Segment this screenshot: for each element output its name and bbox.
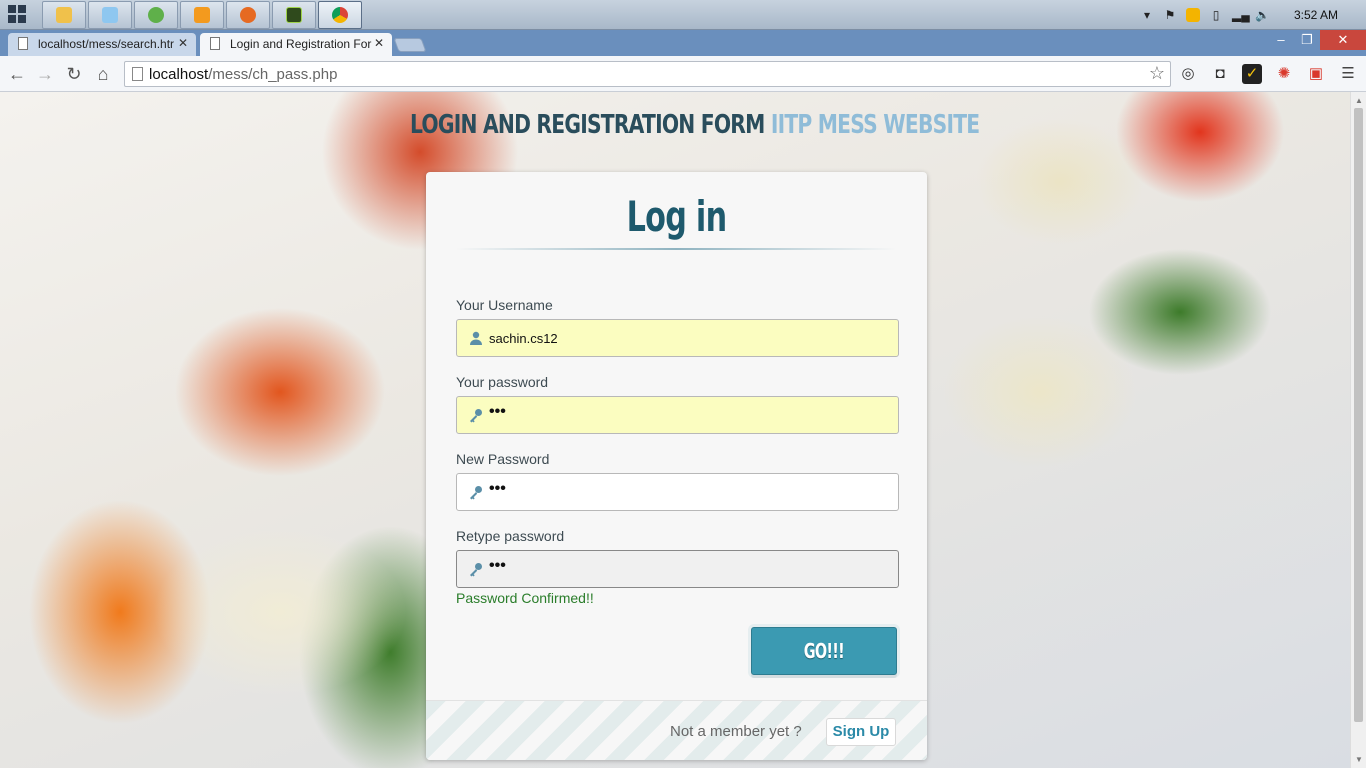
tab-login-registration[interactable]: Login and Registration For ✕ [200, 33, 392, 56]
action-center-flag-icon[interactable]: ⚑ [1163, 8, 1177, 22]
taskbar-chrome[interactable] [318, 1, 362, 29]
page-viewport: LOGIN AND REGISTRATION FORM IITP MESS WE… [0, 92, 1350, 768]
new-password-input[interactable]: ••• [456, 473, 899, 511]
reload-icon[interactable]: ↻ [63, 63, 85, 85]
taskbar-libraries[interactable] [88, 1, 132, 29]
tab-label: Login and Registration For [230, 37, 372, 51]
minimize-icon[interactable]: – [1268, 30, 1294, 50]
restore-icon[interactable]: ❐ [1294, 30, 1320, 50]
new-password-value: ••• [489, 480, 506, 497]
page-icon [132, 67, 143, 81]
media-player-icon [194, 7, 210, 23]
not-member-text: Not a member yet ? [670, 723, 802, 740]
retype-password-input[interactable]: ••• [456, 550, 899, 588]
taskbar: ▾ ⚑ ▯ ▂▄ 🔈 3:52 AM [0, 0, 1366, 30]
tv-icon[interactable]: ▣ [1306, 64, 1326, 84]
firefox-icon [240, 7, 256, 23]
username-label: Your Username [456, 297, 553, 313]
tab-strip: localhost/mess/search.htr ✕ Login and Re… [0, 30, 1366, 56]
back-arrow-icon[interactable]: ← [6, 63, 28, 85]
retype-password-value: ••• [489, 557, 506, 574]
key-icon [470, 563, 482, 577]
system-tray: ▾ ⚑ ▯ ▂▄ 🔈 3:52 AM [1140, 0, 1366, 30]
password-label: Your password [456, 374, 549, 390]
tray-expand-icon[interactable]: ▾ [1140, 8, 1154, 22]
retype-password-label: Retype password [456, 528, 565, 544]
url-path: /mess/ch_pass.php [208, 66, 338, 83]
close-icon[interactable]: ✕ [374, 36, 384, 50]
url-host: localhost [149, 66, 209, 83]
extension-sunburst-icon[interactable]: ✺ [1274, 64, 1294, 84]
scroll-up-icon[interactable]: ▲ [1355, 96, 1363, 105]
pocket-icon[interactable]: ◘ [1210, 64, 1230, 84]
libraries-icon [102, 7, 118, 23]
form-title: Log in [626, 192, 728, 241]
new-tab-button[interactable] [393, 38, 427, 52]
username-value: sachin.cs12 [489, 331, 558, 346]
tray-app-icon[interactable] [1186, 8, 1200, 22]
password-input[interactable]: ••• [456, 396, 899, 434]
signal-icon[interactable]: ▂▄ [1232, 8, 1250, 22]
browser-toolbar: ← → ↻ ⌂ localhost/mess/ch_pass.php ☆ ◎ ◘… [0, 56, 1366, 92]
password-confirmed-message: Password Confirmed!! [456, 590, 594, 606]
window-controls: – ❐ ✕ [1268, 30, 1366, 50]
file-explorer-icon [56, 7, 72, 23]
clock[interactable]: 3:52 AM [1294, 8, 1344, 22]
taskbar-network[interactable] [134, 1, 178, 29]
page-icon [18, 37, 28, 50]
key-icon [470, 409, 482, 423]
address-bar[interactable]: localhost/mess/ch_pass.php ☆ [124, 61, 1171, 87]
title-divider [456, 248, 896, 250]
dreamweaver-icon [286, 7, 302, 23]
card-footer: Not a member yet ? Sign Up [426, 700, 927, 760]
login-card: Log in Your Username sachin.cs12 Your pa… [426, 172, 927, 760]
password-value: ••• [489, 403, 506, 420]
page-icon [210, 37, 220, 50]
url-text: localhost/mess/ch_pass.php [149, 66, 337, 83]
taskbar-dreamweaver[interactable] [272, 1, 316, 29]
scroll-thumb[interactable] [1354, 108, 1363, 722]
close-icon[interactable]: ✕ [178, 36, 188, 50]
todo-check-icon[interactable]: ✓ [1242, 64, 1262, 84]
forward-arrow-icon[interactable]: → [34, 63, 56, 85]
battery-icon[interactable]: ▯ [1209, 8, 1223, 22]
tab-search[interactable]: localhost/mess/search.htr ✕ [8, 33, 196, 56]
new-password-label: New Password [456, 451, 550, 467]
extension-circle-icon[interactable]: ◎ [1178, 64, 1198, 84]
home-icon[interactable]: ⌂ [92, 63, 114, 85]
chrome-icon [332, 7, 348, 23]
volume-icon[interactable]: 🔈 [1255, 8, 1270, 22]
bookmark-star-icon[interactable]: ☆ [1149, 63, 1165, 84]
site-title-accent: IITP MESS WEBSITE [770, 110, 980, 140]
network-icon [148, 7, 164, 23]
taskbar-file-explorer[interactable] [42, 1, 86, 29]
tab-label: localhost/mess/search.htr [38, 37, 175, 51]
user-icon [470, 331, 482, 345]
submit-label: GO!!! [803, 639, 845, 663]
site-title: LOGIN AND REGISTRATION FORM IITP MESS WE… [410, 110, 980, 140]
submit-button[interactable]: GO!!! [751, 627, 897, 675]
scroll-down-icon[interactable]: ▼ [1355, 755, 1363, 764]
extension-icons: ◎ ◘ ✓ ✺ ▣ ☰ [1178, 64, 1358, 84]
site-title-main: LOGIN AND REGISTRATION FORM [410, 110, 765, 140]
taskbar-apps [42, 1, 362, 29]
sign-up-button[interactable]: Sign Up [826, 718, 896, 746]
taskbar-media-player[interactable] [180, 1, 224, 29]
taskbar-firefox[interactable] [226, 1, 270, 29]
window-close-icon[interactable]: ✕ [1320, 30, 1366, 50]
start-button[interactable] [8, 5, 30, 25]
page-scrollbar[interactable]: ▲ ▼ [1350, 92, 1366, 768]
menu-icon[interactable]: ☰ [1338, 64, 1358, 84]
key-icon [470, 486, 482, 500]
username-input[interactable]: sachin.cs12 [456, 319, 899, 357]
